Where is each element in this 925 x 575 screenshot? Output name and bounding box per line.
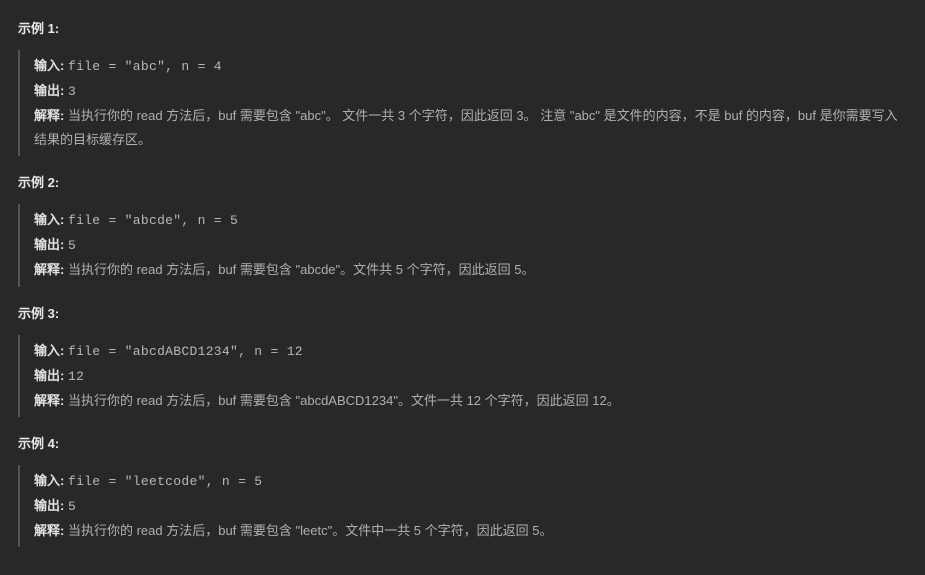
explain-label: 解释: bbox=[34, 262, 64, 277]
example-1: 示例 1: 输入: file = "abc", n = 4 输出: 3 解释: … bbox=[18, 18, 907, 156]
input-row: 输入: file = "leetcode", n = 5 bbox=[34, 469, 907, 494]
explain-value: 当执行你的 read 方法后，buf 需要包含 "leetc"。文件中一共 5 … bbox=[68, 523, 553, 538]
input-label: 输入: bbox=[34, 58, 64, 73]
output-row: 输出: 12 bbox=[34, 364, 907, 389]
example-3: 示例 3: 输入: file = "abcdABCD1234", n = 12 … bbox=[18, 303, 907, 417]
example-title: 示例 2: bbox=[18, 172, 907, 194]
example-block: 输入: file = "abc", n = 4 输出: 3 解释: 当执行你的 … bbox=[18, 50, 907, 156]
explain-value: 当执行你的 read 方法后，buf 需要包含 "abc"。 文件一共 3 个字… bbox=[34, 108, 898, 147]
output-row: 输出: 5 bbox=[34, 233, 907, 258]
output-value: 12 bbox=[68, 369, 84, 384]
output-value: 3 bbox=[68, 84, 76, 99]
input-value: file = "leetcode", n = 5 bbox=[68, 474, 262, 489]
example-2: 示例 2: 输入: file = "abcde", n = 5 输出: 5 解释… bbox=[18, 172, 907, 286]
explain-row: 解释: 当执行你的 read 方法后，buf 需要包含 "abcde"。文件共 … bbox=[34, 258, 907, 282]
output-row: 输出: 3 bbox=[34, 79, 907, 104]
example-block: 输入: file = "leetcode", n = 5 输出: 5 解释: 当… bbox=[18, 465, 907, 547]
explain-label: 解释: bbox=[34, 393, 64, 408]
input-label: 输入: bbox=[34, 343, 64, 358]
input-row: 输入: file = "abcdABCD1234", n = 12 bbox=[34, 339, 907, 364]
explain-label: 解释: bbox=[34, 108, 64, 123]
explain-value: 当执行你的 read 方法后，buf 需要包含 "abcde"。文件共 5 个字… bbox=[68, 262, 534, 277]
output-value: 5 bbox=[68, 238, 76, 253]
example-block: 输入: file = "abcdABCD1234", n = 12 输出: 12… bbox=[18, 335, 907, 417]
input-label: 输入: bbox=[34, 212, 64, 227]
output-value: 5 bbox=[68, 499, 76, 514]
output-label: 输出: bbox=[34, 237, 64, 252]
explain-row: 解释: 当执行你的 read 方法后，buf 需要包含 "leetc"。文件中一… bbox=[34, 519, 907, 543]
explain-value: 当执行你的 read 方法后，buf 需要包含 "abcdABCD1234"。文… bbox=[68, 393, 620, 408]
input-label: 输入: bbox=[34, 473, 64, 488]
output-label: 输出: bbox=[34, 498, 64, 513]
output-label: 输出: bbox=[34, 368, 64, 383]
explain-row: 解释: 当执行你的 read 方法后，buf 需要包含 "abcdABCD123… bbox=[34, 389, 907, 413]
input-value: file = "abc", n = 4 bbox=[68, 59, 222, 74]
output-label: 输出: bbox=[34, 83, 64, 98]
example-title: 示例 1: bbox=[18, 18, 907, 40]
example-title: 示例 3: bbox=[18, 303, 907, 325]
example-title: 示例 4: bbox=[18, 433, 907, 455]
input-value: file = "abcdABCD1234", n = 12 bbox=[68, 344, 303, 359]
example-4: 示例 4: 输入: file = "leetcode", n = 5 输出: 5… bbox=[18, 433, 907, 547]
example-block: 输入: file = "abcde", n = 5 输出: 5 解释: 当执行你… bbox=[18, 204, 907, 286]
explain-label: 解释: bbox=[34, 523, 64, 538]
explain-row: 解释: 当执行你的 read 方法后，buf 需要包含 "abc"。 文件一共 … bbox=[34, 104, 907, 152]
input-row: 输入: file = "abcde", n = 5 bbox=[34, 208, 907, 233]
input-row: 输入: file = "abc", n = 4 bbox=[34, 54, 907, 79]
output-row: 输出: 5 bbox=[34, 494, 907, 519]
input-value: file = "abcde", n = 5 bbox=[68, 213, 238, 228]
